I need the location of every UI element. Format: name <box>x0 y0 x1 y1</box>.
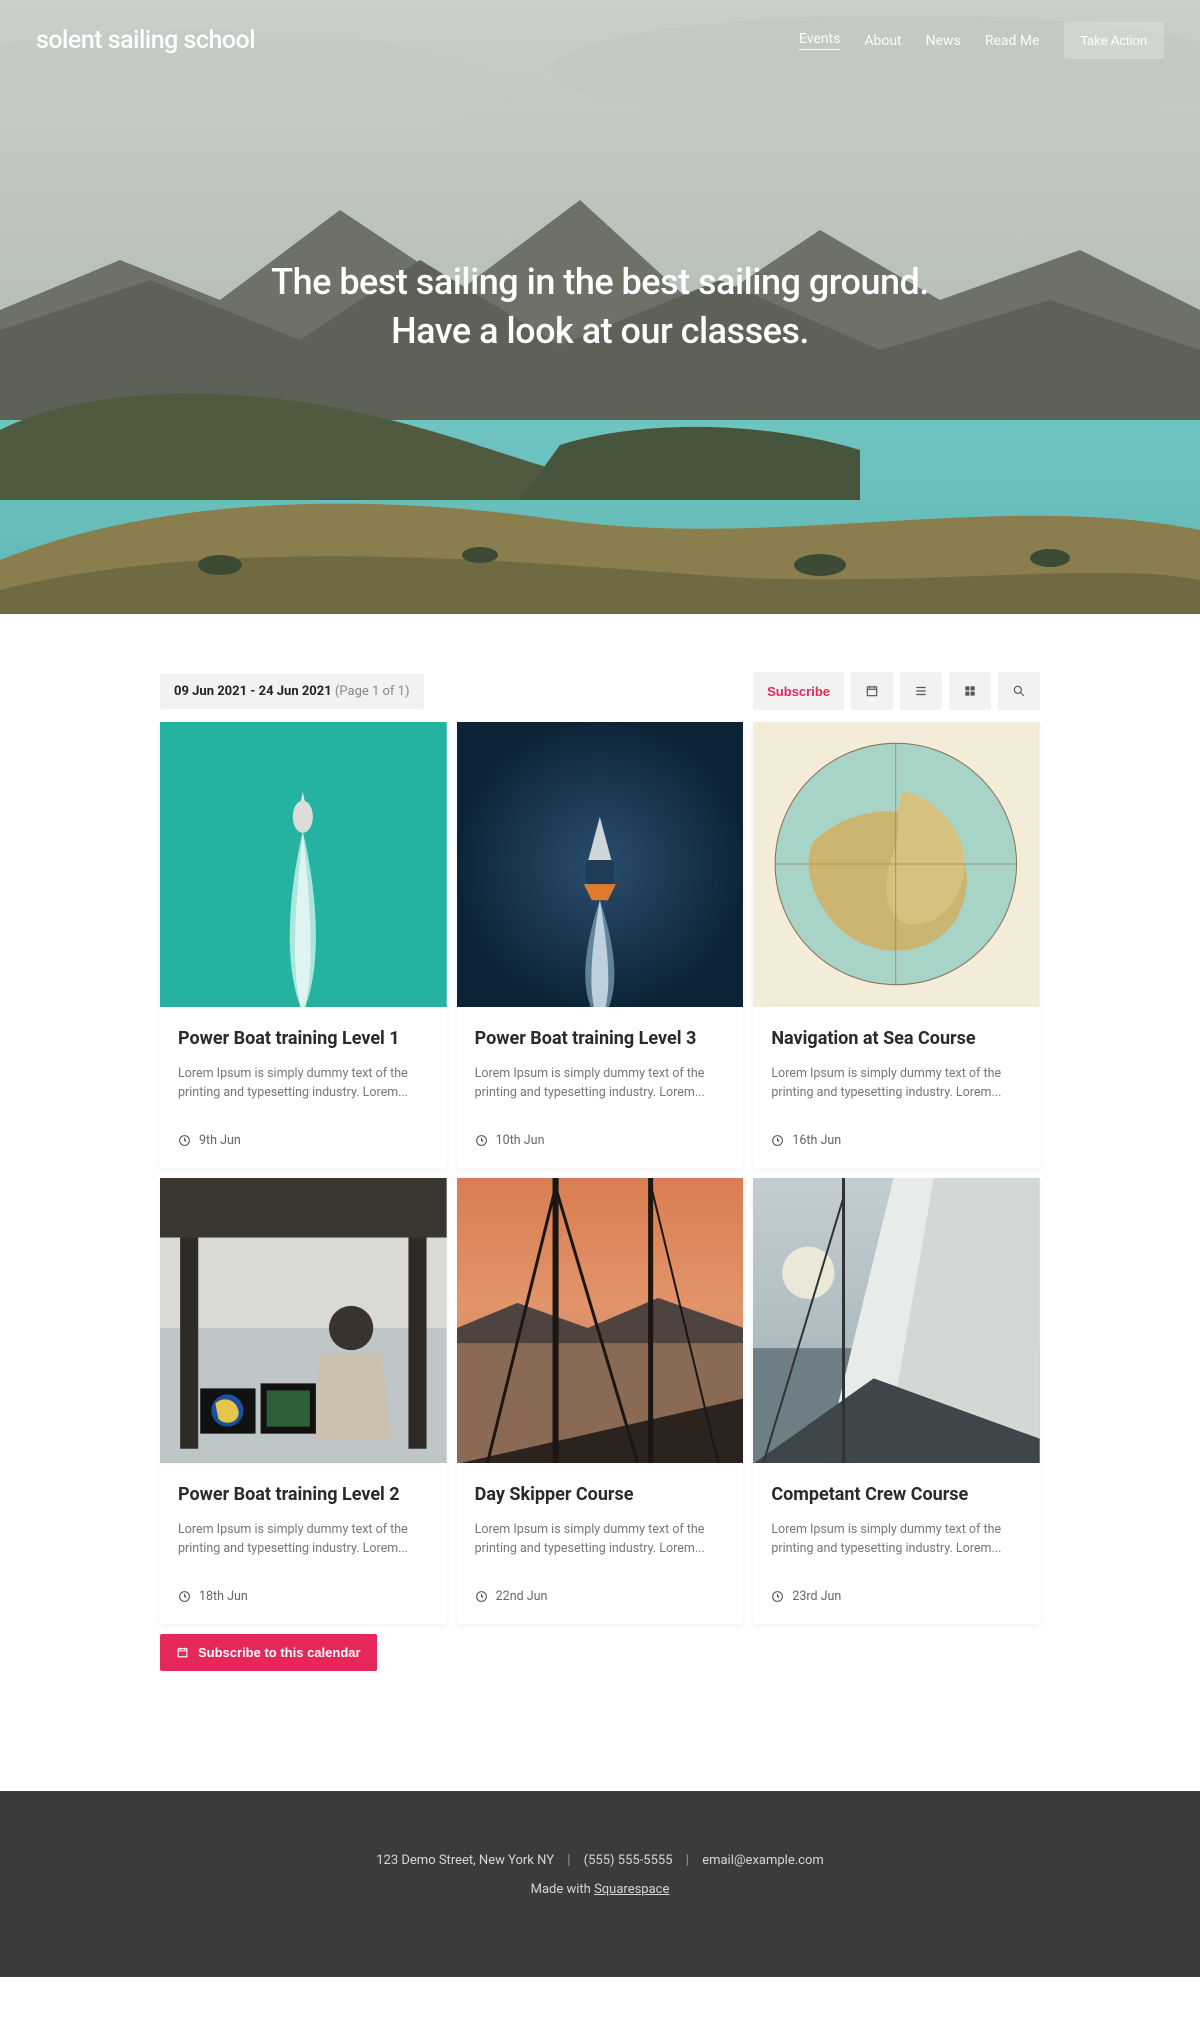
top-navigation: solent sailing school Events About News … <box>0 0 1200 59</box>
event-date: 16th Jun <box>792 1133 841 1148</box>
event-description: Lorem Ipsum is simply dummy text of the … <box>178 1521 429 1559</box>
list-view-button[interactable] <box>900 672 942 710</box>
footer-email: email@example.com <box>702 1853 824 1868</box>
clock-icon <box>178 1590 191 1603</box>
event-title: Power Boat training Level 3 <box>475 1027 726 1051</box>
event-image <box>160 722 447 1007</box>
clock-icon <box>771 1590 784 1603</box>
event-image <box>753 722 1040 1007</box>
event-description: Lorem Ipsum is simply dummy text of the … <box>475 1521 726 1559</box>
nav-about[interactable]: About <box>864 33 901 49</box>
hero-heading: The best sailing in the best sailing gro… <box>250 258 950 355</box>
search-icon <box>1012 684 1026 698</box>
hero-text: The best sailing in the best sailing gro… <box>0 59 1200 614</box>
event-date: 9th Jun <box>199 1133 241 1148</box>
event-title: Competant Crew Course <box>771 1483 1022 1507</box>
event-date-row: 18th Jun <box>160 1571 447 1624</box>
event-title: Day Skipper Course <box>475 1483 726 1507</box>
event-card[interactable]: Navigation at Sea Course Lorem Ipsum is … <box>753 722 1040 1168</box>
event-image <box>160 1178 447 1463</box>
event-description: Lorem Ipsum is simply dummy text of the … <box>771 1065 1022 1103</box>
nav-events[interactable]: Events <box>799 31 840 50</box>
toolbar-actions: Subscribe <box>753 672 1040 710</box>
event-title: Navigation at Sea Course <box>771 1027 1022 1051</box>
clock-icon <box>475 1134 488 1147</box>
nav-links: Events About News Read Me Take Action <box>799 22 1164 59</box>
calendar-view-button[interactable] <box>851 672 893 710</box>
take-action-button[interactable]: Take Action <box>1064 22 1165 59</box>
page-indicator: (Page 1 of 1) <box>335 684 410 699</box>
event-date-row: 22nd Jun <box>457 1571 744 1624</box>
event-card[interactable]: Day Skipper Course Lorem Ipsum is simply… <box>457 1178 744 1624</box>
search-button[interactable] <box>998 672 1040 710</box>
footer-phone: (555) 555-5555 <box>584 1853 673 1868</box>
list-icon <box>914 684 928 698</box>
grid-icon <box>963 684 977 698</box>
calendar-icon <box>865 684 879 698</box>
nav-news[interactable]: News <box>926 33 961 49</box>
event-description: Lorem Ipsum is simply dummy text of the … <box>771 1521 1022 1559</box>
event-date-row: 9th Jun <box>160 1115 447 1168</box>
clock-icon <box>475 1590 488 1603</box>
event-image <box>457 1178 744 1463</box>
event-date: 10th Jun <box>496 1133 545 1148</box>
events-section: 09 Jun 2021 - 24 Jun 2021 (Page 1 of 1) … <box>160 614 1040 1791</box>
event-image <box>753 1178 1040 1463</box>
grid-view-button[interactable] <box>949 672 991 710</box>
clock-icon <box>771 1134 784 1147</box>
subscribe-calendar-button[interactable]: Subscribe to this calendar <box>160 1634 377 1671</box>
event-date: 22nd Jun <box>496 1589 548 1604</box>
site-logo[interactable]: solent sailing school <box>36 26 255 55</box>
events-grid: Power Boat training Level 1 Lorem Ipsum … <box>160 722 1040 1624</box>
date-from: 09 Jun 2021 <box>174 684 247 699</box>
event-card[interactable]: Power Boat training Level 1 Lorem Ipsum … <box>160 722 447 1168</box>
event-date-row: 16th Jun <box>753 1115 1040 1168</box>
event-title: Power Boat training Level 1 <box>178 1027 429 1051</box>
hero-section: solent sailing school Events About News … <box>0 0 1200 614</box>
event-card[interactable]: Power Boat training Level 2 Lorem Ipsum … <box>160 1178 447 1624</box>
footer-madewith: Made with <box>531 1882 594 1897</box>
footer-address: 123 Demo Street, New York NY <box>376 1853 554 1868</box>
event-date-row: 10th Jun <box>457 1115 744 1168</box>
calendar-icon <box>176 1646 189 1659</box>
event-date: 18th Jun <box>199 1589 248 1604</box>
event-card[interactable]: Power Boat training Level 3 Lorem Ipsum … <box>457 722 744 1168</box>
event-title: Power Boat training Level 2 <box>178 1483 429 1507</box>
event-image <box>457 722 744 1007</box>
event-description: Lorem Ipsum is simply dummy text of the … <box>178 1065 429 1103</box>
footer-platform-link[interactable]: Squarespace <box>594 1882 669 1897</box>
clock-icon <box>178 1134 191 1147</box>
subscribe-calendar-label: Subscribe to this calendar <box>198 1645 361 1660</box>
event-description: Lorem Ipsum is simply dummy text of the … <box>475 1065 726 1103</box>
date-to: 24 Jun 2021 <box>259 684 332 699</box>
event-date: 23rd Jun <box>792 1589 841 1604</box>
events-toolbar: 09 Jun 2021 - 24 Jun 2021 (Page 1 of 1) … <box>160 672 1040 710</box>
event-card[interactable]: Competant Crew Course Lorem Ipsum is sim… <box>753 1178 1040 1624</box>
nav-readme[interactable]: Read Me <box>985 33 1040 49</box>
subscribe-button[interactable]: Subscribe <box>753 672 844 710</box>
site-footer: 123 Demo Street, New York NY | (555) 555… <box>0 1791 1200 1977</box>
event-date-row: 23rd Jun <box>753 1571 1040 1624</box>
date-range-display: 09 Jun 2021 - 24 Jun 2021 (Page 1 of 1) <box>160 674 424 709</box>
